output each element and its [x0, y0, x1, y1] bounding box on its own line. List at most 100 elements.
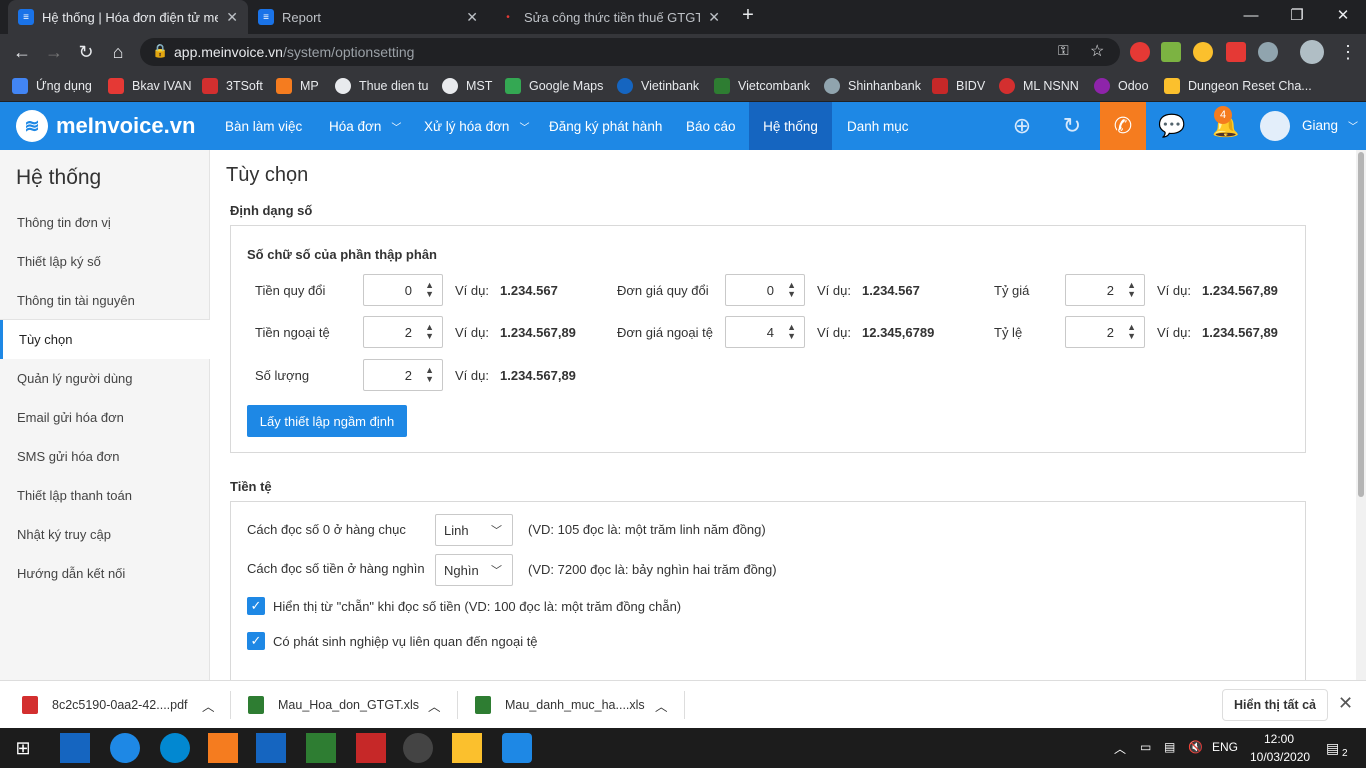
meinvoice-logo[interactable]: ≋ meInvoice.vn [16, 110, 195, 142]
menu-invoice[interactable]: Hóa đơn ﹀ [315, 102, 415, 150]
clock-time[interactable]: 12:00 [1264, 732, 1294, 746]
chrome-menu-icon[interactable]: ⋮ [1336, 40, 1360, 64]
bookmark-item[interactable]: MP [276, 76, 319, 96]
decimal-stepper[interactable]: 2 ▲ ▼ [1065, 316, 1145, 348]
download-item[interactable]: Mau_Hoa_don_GTGT.xls [248, 681, 419, 729]
teamviewer-icon[interactable] [160, 733, 190, 763]
phone-support-button[interactable]: ✆ [1100, 102, 1146, 150]
bookmark-item[interactable]: Ứng dụng [12, 76, 92, 96]
app-icon[interactable] [356, 733, 386, 763]
file-explorer-icon[interactable] [452, 733, 482, 763]
decimal-stepper[interactable]: 0 ▲ ▼ [363, 274, 443, 306]
restore-icon[interactable]: ❐ [1274, 0, 1320, 30]
bookmark-item[interactable]: Vietinbank [617, 76, 699, 96]
extension-icon[interactable] [1258, 42, 1278, 62]
network-icon[interactable]: ▭ [1140, 740, 1151, 754]
tab-close-icon[interactable]: ✕ [226, 9, 238, 26]
sidebar-item-options[interactable]: Tùy chọn [0, 320, 210, 359]
bookmark-item[interactable]: ML NSNN [999, 76, 1079, 96]
extension-icon[interactable] [1161, 42, 1181, 62]
forward-arrow-icon[interactable]: → [42, 40, 66, 64]
sidebar-item-users[interactable]: Quản lý người dùng [0, 359, 210, 398]
decimal-stepper[interactable]: 0 ▲ ▼ [725, 274, 805, 306]
user-name[interactable]: Giang ﹀ [1302, 118, 1358, 133]
windows-start-icon[interactable]: ⊞ [8, 733, 38, 763]
thousand-reading-select[interactable]: Nghìn ﹀ [435, 554, 513, 586]
tab-close-icon[interactable]: ✕ [708, 9, 720, 26]
bookmark-item[interactable]: Vietcombank [714, 76, 810, 96]
bookmark-item[interactable]: Shinhanbank [824, 76, 921, 96]
home-icon[interactable]: ⌂ [106, 40, 130, 64]
extension-icon[interactable] [1226, 42, 1246, 62]
excel-icon[interactable] [306, 733, 336, 763]
sidebar-item-connection-guide[interactable]: Hướng dẫn kết nối [0, 554, 210, 593]
close-window-icon[interactable]: ✕ [1320, 0, 1366, 30]
menu-reports[interactable]: Báo cáo [672, 102, 750, 150]
extension-icon[interactable] [1130, 42, 1150, 62]
extension-icon[interactable] [1193, 42, 1213, 62]
close-download-bar-icon[interactable]: ✕ [1338, 693, 1353, 714]
refresh-icon[interactable]: ↻ [1058, 112, 1086, 140]
chat-icon[interactable]: 💬 [1158, 112, 1186, 140]
sidebar-item-email[interactable]: Email gửi hóa đơn [0, 398, 210, 437]
word-icon[interactable] [256, 733, 286, 763]
meinvoice-app-icon[interactable] [502, 733, 532, 763]
show-all-downloads-button[interactable]: Hiển thị tất cả [1222, 689, 1328, 721]
printer-icon[interactable]: ▤ [1164, 740, 1175, 754]
tab-close-icon[interactable]: ✕ [466, 9, 478, 26]
app-icon[interactable] [110, 733, 140, 763]
outlook-icon[interactable] [208, 733, 238, 763]
page-scrollbar[interactable] [1356, 150, 1366, 680]
bookmark-item[interactable]: 3TSoft [202, 76, 263, 96]
decimal-stepper[interactable]: 2 ▲ ▼ [1065, 274, 1145, 306]
bookmark-item[interactable]: Google Maps [505, 76, 603, 96]
sidebar-item-unit-info[interactable]: Thông tin đơn vị [0, 203, 210, 242]
menu-system[interactable]: Hệ thống [749, 102, 832, 150]
minimize-icon[interactable]: — [1228, 0, 1274, 30]
bookmark-item[interactable]: BIDV [932, 76, 985, 96]
add-circle-icon[interactable]: ⊕ [1008, 112, 1036, 140]
clock-date[interactable]: 10/03/2020 [1250, 750, 1310, 764]
back-arrow-icon[interactable]: ← [10, 40, 34, 64]
even-word-checkbox[interactable]: ✓ [247, 597, 265, 615]
menu-dashboard[interactable]: Bàn làm việc [211, 102, 316, 150]
sidebar-item-digital-sign[interactable]: Thiết lập ký số [0, 242, 210, 281]
avatar[interactable] [1260, 111, 1290, 141]
reload-icon[interactable]: ↻ [74, 40, 98, 64]
browser-tab[interactable]: ≡ Report ✕ [248, 0, 488, 34]
decimal-stepper[interactable]: 4 ▲ ▼ [725, 316, 805, 348]
sidebar-item-payment[interactable]: Thiết lập thanh toán [0, 476, 210, 515]
fast-app-icon[interactable] [60, 733, 90, 763]
foreign-currency-checkbox[interactable]: ✓ [247, 632, 265, 650]
url-input[interactable]: 🔒 app.meinvoice.vn/system/optionsetting … [140, 38, 1120, 66]
bookmark-item[interactable]: MST [442, 76, 492, 96]
chevron-up-icon[interactable]: ︿ [655, 681, 668, 729]
key-icon[interactable]: ⚿ [1058, 42, 1069, 59]
scrollbar-thumb[interactable] [1358, 152, 1364, 497]
bookmark-item[interactable]: Odoo [1094, 76, 1149, 96]
bookmark-item[interactable]: Bkav IVAN [108, 76, 192, 96]
decimal-stepper[interactable]: 2 ▲ ▼ [363, 316, 443, 348]
profile-avatar[interactable] [1300, 40, 1324, 64]
browser-tab-active[interactable]: ≡ Hệ thống | Hóa đơn điện tử meInvoice ✕ [8, 0, 248, 34]
download-item[interactable]: Mau_danh_muc_ha....xls [475, 681, 645, 729]
chrome-icon[interactable] [403, 733, 433, 763]
new-tab-button[interactable]: + [736, 0, 760, 30]
decimal-stepper[interactable]: 2 ▲ ▼ [363, 359, 443, 391]
download-item[interactable]: 8c2c5190-0aa2-42....pdf [22, 681, 188, 729]
default-settings-button[interactable]: Lấy thiết lập ngầm định [247, 405, 407, 437]
browser-tab[interactable]: • Sửa công thức tiền thuế GTGT. | N ✕ [490, 0, 730, 34]
language-indicator[interactable]: ENG [1212, 740, 1238, 754]
menu-invoice-processing[interactable]: Xử lý hóa đơn ﹀ [410, 102, 543, 150]
bookmark-item[interactable]: Dungeon Reset Cha... [1164, 76, 1312, 96]
chevron-up-icon[interactable]: ︿ [428, 681, 441, 729]
tray-up-arrow-icon[interactable]: ︿ [1114, 740, 1126, 757]
zero-reading-select[interactable]: Linh ﹀ [435, 514, 513, 546]
star-icon[interactable]: ☆ [1090, 41, 1104, 61]
sidebar-item-access-log[interactable]: Nhật ký truy cập [0, 515, 210, 554]
action-center-icon[interactable]: ▤ [1326, 740, 1339, 757]
menu-catalog[interactable]: Danh mục [833, 102, 923, 150]
chevron-up-icon[interactable]: ︿ [202, 681, 215, 729]
sidebar-item-sms[interactable]: SMS gửi hóa đơn [0, 437, 210, 476]
sidebar-item-resources[interactable]: Thông tin tài nguyên [0, 281, 210, 320]
